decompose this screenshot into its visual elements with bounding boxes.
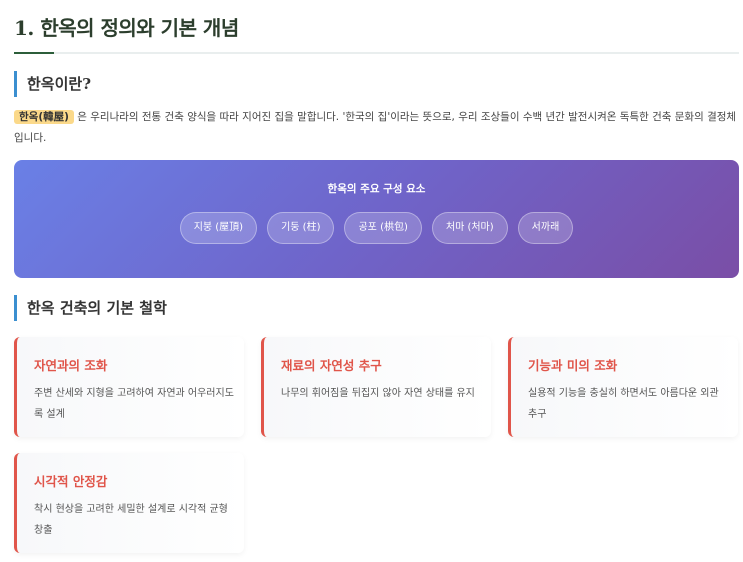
- title-divider: [14, 52, 739, 54]
- intro-paragraph: 한옥(韓屋) 은 우리나라의 전통 건축 양식을 따라 지어진 집을 말합니다.…: [14, 107, 739, 149]
- highlight-term: 한옥(韓屋): [14, 110, 74, 124]
- section-heading-hanok-definition: 한옥이란?: [14, 71, 91, 97]
- section-heading-philosophy: 한옥 건축의 기본 철학: [14, 295, 167, 321]
- philosophy-card-function-and-beauty: 기능과 미의 조화 실용적 기능을 충실히 하면서도 아름다운 외관 추구: [508, 337, 738, 437]
- components-banner: 한옥의 주요 구성 요소 지붕 (屋頂) 기둥 (柱) 공포 (栱包) 처마 (…: [14, 160, 739, 278]
- philosophy-card-harmony-with-nature: 자연과의 조화 주변 산세와 지형을 고려하여 자연과 어우러지도록 설계: [14, 337, 244, 437]
- component-chip-eaves: 처마 (처마): [431, 212, 508, 244]
- title-divider-accent: [14, 52, 54, 54]
- philosophy-card-natural-materials: 재료의 자연성 추구 나무의 휘어짐을 뒤집지 않아 자연 상태를 유지: [261, 337, 491, 437]
- component-chip-pillar: 기둥 (柱): [267, 212, 335, 244]
- intro-text: 은 우리나라의 전통 건축 양식을 따라 지어진 집을 말합니다. '한국의 집…: [14, 111, 737, 144]
- card-title: 시각적 안정감: [34, 474, 108, 489]
- philosophy-card-visual-stability: 시각적 안정감 착시 현상을 고려한 세밀한 설계로 시각적 균형 창출: [14, 453, 244, 553]
- banner-title: 한옥의 주요 구성 요소: [327, 183, 426, 195]
- component-chip-rafter: 서까래: [517, 212, 574, 244]
- card-title: 기능과 미의 조화: [528, 358, 618, 373]
- component-chip-roof: 지붕 (屋頂): [179, 212, 258, 244]
- page-title: 1. 한옥의 정의와 기본 개념: [14, 16, 239, 40]
- card-description: 주변 산세와 지형을 고려하여 자연과 어우러지도록 설계: [34, 388, 234, 420]
- card-title: 재료의 자연성 추구: [281, 358, 382, 373]
- card-title: 자연과의 조화: [34, 358, 108, 373]
- component-chip-bracket: 공포 (栱包): [344, 212, 422, 244]
- card-description: 실용적 기능을 충실히 하면서도 아름다운 외관 추구: [528, 388, 719, 420]
- component-chip-list: 지붕 (屋頂) 기둥 (柱) 공포 (栱包) 처마 (처마) 서까래: [14, 212, 739, 244]
- card-description: 착시 현상을 고려한 세밀한 설계로 시각적 균형 창출: [34, 504, 228, 536]
- card-description: 나무의 휘어짐을 뒤집지 않아 자연 상태를 유지: [281, 388, 475, 399]
